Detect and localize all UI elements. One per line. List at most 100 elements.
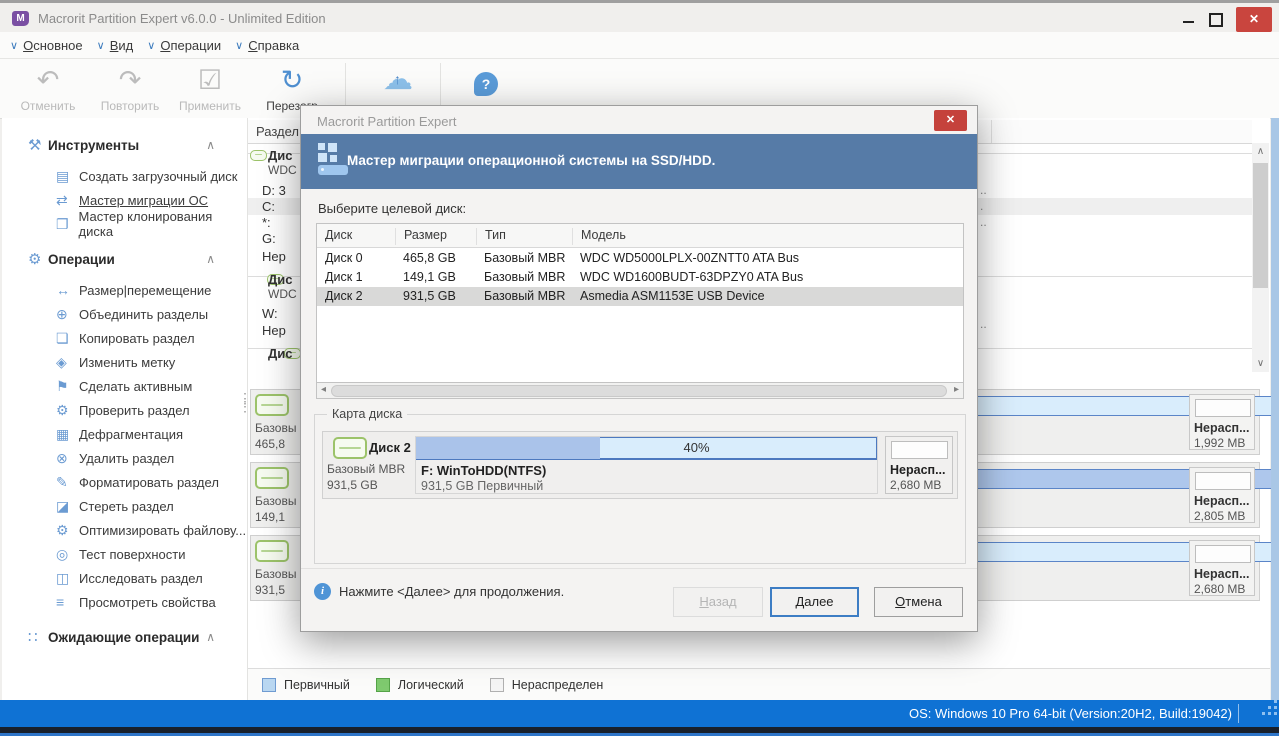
menu-item-0[interactable]: ∨ Основное [10, 38, 83, 53]
sidebar-item[interactable]: ❐ Мастер клонирования диска [2, 209, 247, 239]
copy-icon: ❏ [56, 329, 69, 346]
back-button[interactable]: Назад [673, 587, 763, 617]
banner-title: Мастер миграции операционной системы на … [347, 153, 716, 168]
toolbar-button-Повторить[interactable]: ↷ Повторить [88, 63, 172, 113]
chevron-up-icon: ∧ [206, 138, 215, 152]
window-right-border [1271, 118, 1279, 700]
maximize-button[interactable] [1209, 13, 1223, 27]
table-row-fragment[interactable]: Дис [268, 346, 292, 361]
sidebar-item-label: Сделать активным [79, 378, 193, 394]
sidebar-item[interactable]: ◈ Изменить метку [2, 350, 247, 374]
table-row-fragment[interactable]: Нер [262, 323, 286, 338]
sidebar-item-label: Стереть раздел [79, 498, 174, 514]
sidebar-section-1[interactable]: ⚙ Операции ∧ [2, 246, 247, 272]
app-logo-icon: M [12, 11, 29, 26]
sidebar-item[interactable]: ◪ Стереть раздел [2, 494, 247, 518]
toolbar-button-help-bubble[interactable]: ? [444, 63, 528, 97]
table-row-fragment[interactable]: Нер [262, 249, 286, 264]
sidebar-item[interactable]: ⚑ Сделать активным [2, 374, 247, 398]
resize-grip[interactable] [1262, 712, 1265, 715]
table-row-fragment[interactable]: D: 3 [262, 183, 286, 198]
migrate-os-icon: ⇄ [56, 191, 68, 208]
column-header-0[interactable]: Диск [317, 228, 395, 245]
toolbar-button-Отменить[interactable]: ↶ Отменить [6, 63, 90, 113]
undo-icon: ↶ [36, 65, 60, 95]
dialog-close-button[interactable]: ✕ [934, 110, 967, 131]
table-row-fragment: .. [980, 215, 987, 229]
sidebar-item[interactable]: ≡ Просмотреть свойства [2, 590, 247, 614]
column-header-1[interactable]: Размер [395, 228, 476, 245]
scroll-left-icon[interactable]: ◂ [321, 384, 326, 395]
disk-map-groupbox: Карта диска Диск 2 Базовый MBR 931,5 GB … [314, 407, 966, 564]
table-cell: Базовый MBR [484, 270, 566, 284]
scrollbar-thumb[interactable] [1253, 163, 1268, 288]
table-row-fragment[interactable]: G: [262, 231, 276, 246]
column-header-3[interactable]: Модель [572, 228, 963, 245]
info-icon: i [314, 583, 331, 600]
table-row-fragment[interactable]: C: [262, 199, 275, 214]
partition-block[interactable]: 40% F: WinToHDD(NTFS) 931,5 GB Первичный [415, 436, 878, 494]
redo-icon: ↷ [118, 65, 142, 95]
scroll-down-icon[interactable]: ∨ [1252, 358, 1269, 369]
titlebar[interactable]: M Macrorit Partition Expert v6.0.0 - Unl… [0, 3, 1279, 32]
cancel-button[interactable]: Отмена [874, 587, 963, 617]
delete-icon: ⊗ [56, 449, 68, 466]
table-row-fragment[interactable]: *: [262, 215, 271, 230]
disk-icon [250, 150, 267, 161]
toolbar-button-cloud-upload[interactable]: ☁ ↑ [356, 63, 440, 97]
menu-item-label: Справка [248, 37, 300, 53]
unallocated-block[interactable]: Нерасп... 2,680 MB [885, 436, 953, 494]
sidebar-item[interactable]: ⊕ Объединить разделы [2, 302, 247, 326]
minimize-button[interactable] [1183, 21, 1194, 23]
column-header-2[interactable]: Тип [476, 228, 572, 245]
sidebar-item[interactable]: ⚙ Проверить раздел [2, 398, 247, 422]
scrollbar-thumb[interactable] [331, 385, 947, 397]
menubar: ∨ Основное ∨ Вид ∨ Операции ∨ Справка [0, 32, 1279, 59]
sidebar-item-label: Мастер клонирования диска [78, 209, 213, 239]
table-header: Диск Размер Тип Модель [317, 224, 963, 248]
vertical-scrollbar[interactable]: ∧ ∨ [1252, 143, 1269, 372]
disk-table-row-2[interactable]: Диск 2 931,5 GB Базовый MBR Asmedia ASM1153… [317, 287, 963, 306]
table-cell: Базовый MBR [484, 289, 566, 303]
sidebar-item[interactable]: ◎ Тест поверхности [2, 542, 247, 566]
clone-disk-icon: ❐ [56, 215, 69, 232]
toolbar-button-Применить[interactable]: ☑ Применить [168, 63, 252, 113]
sidebar-item[interactable]: ❏ Копировать раздел [2, 326, 247, 350]
table-row-fragment[interactable]: Дис [268, 148, 292, 163]
sidebar-section-2[interactable]: ∷ Ожидающие операции ∧ [2, 624, 247, 650]
menu-item-1[interactable]: ∨ Вид [97, 38, 134, 53]
table-row-fragment[interactable]: W: [262, 306, 278, 321]
menu-item-2[interactable]: ∨ Операции [147, 38, 221, 53]
sidebar-item[interactable]: ◫ Исследовать раздел [2, 566, 247, 590]
menu-item-label: Основное [23, 37, 83, 53]
table-row-fragment[interactable]: WDC [268, 287, 297, 301]
os-status-text: OS: Windows 10 Pro 64-bit (Version:20H2,… [908, 706, 1232, 721]
sidebar-item[interactable]: ↔ Размер|перемещение [2, 278, 247, 302]
unallocated-label: Нерасп... [890, 463, 946, 477]
unallocated-block[interactable]: Нерасп... 1,992 MB [1189, 394, 1255, 450]
sidebar-section-0[interactable]: ⚒ Инструменты ∧ [2, 132, 247, 158]
close-button[interactable]: ✕ [1236, 7, 1272, 32]
disk-table-row-1[interactable]: Диск 1 149,1 GB Базовый MBR WDC WD1600BUDT-… [317, 268, 963, 287]
unallocated-block[interactable]: Нерасп... 2,805 MB [1189, 467, 1255, 523]
table-row-fragment[interactable]: Дис [268, 272, 292, 287]
scroll-up-icon[interactable]: ∧ [1252, 146, 1269, 157]
sidebar-item[interactable]: ⚙ Оптимизировать файлову... [2, 518, 247, 542]
sidebar-item-label: Объединить разделы [79, 306, 209, 322]
next-button[interactable]: Далее [770, 587, 859, 617]
sidebar-item[interactable]: ▤ Создать загрузочный диск [2, 164, 247, 188]
sidebar-item[interactable]: ✎ Форматировать раздел [2, 470, 247, 494]
horizontal-scrollbar[interactable]: ◂ ▸ [316, 383, 964, 399]
disk-table-row-0[interactable]: Диск 0 465,8 GB Базовый MBR WDC WD5000LPLX-… [317, 249, 963, 268]
unallocated-size: 2,680 MB [890, 478, 942, 492]
sidebar-item[interactable]: ⊗ Удалить раздел [2, 446, 247, 470]
table-row-fragment[interactable]: WDC [268, 163, 297, 177]
menu-item-3[interactable]: ∨ Справка [235, 38, 299, 53]
toolbar-button-label: Отменить [20, 99, 76, 113]
scroll-right-icon[interactable]: ▸ [954, 384, 959, 395]
tools-icon: ⚒ [28, 137, 42, 154]
unallocated-block[interactable]: Нерасп... 2,680 MB [1189, 540, 1255, 596]
legend-item: Нераспределен [489, 677, 603, 692]
sidebar-item[interactable]: ▦ Дефрагментация [2, 422, 247, 446]
legend-swatch [489, 677, 504, 692]
